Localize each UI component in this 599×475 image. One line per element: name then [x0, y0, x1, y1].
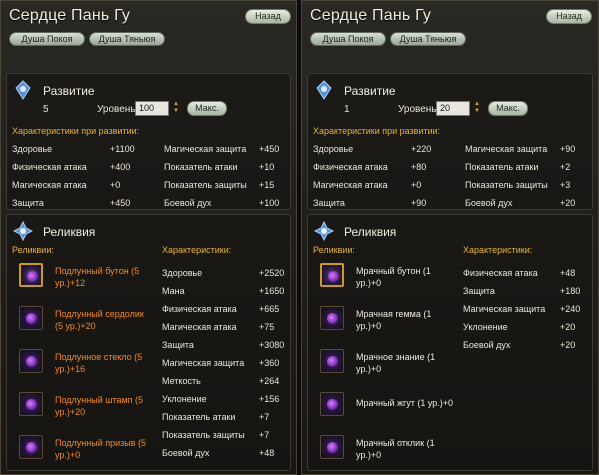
page-title: Сердце Пань Гу: [9, 7, 131, 24]
relic-slot-icon[interactable]: [320, 349, 344, 373]
relic-section: Реликвия Реликвии: Характеристики: Мрачн…: [307, 214, 593, 471]
development-title: Развитие: [43, 84, 95, 98]
development-section: Развитие 5 Уровень: 100 ▲ ▼ Макс. Характ…: [6, 73, 291, 210]
level-input[interactable]: 20: [436, 101, 470, 116]
relic-stat-row: Магическая атака +75: [162, 322, 275, 332]
relic-name[interactable]: Подлунный бутон (5 ур.)+12: [55, 265, 147, 289]
relic-slot-icon[interactable]: [320, 392, 344, 416]
relic-name[interactable]: Подлунный штамп (5 ур.)+20: [55, 394, 147, 418]
relic-stat-row: Меткость +264: [162, 376, 280, 386]
stat-row: Показатель защиты +3: [465, 180, 571, 190]
stat-row: Здоровье +1100: [12, 144, 135, 154]
chevron-up-icon[interactable]: ▲: [474, 101, 480, 108]
stat-row: Магическая атака +0: [12, 180, 121, 190]
development-icon: [15, 80, 31, 100]
relic-name[interactable]: Мрачный бутон (1 ур.)+0: [356, 265, 448, 289]
tab-soul-of-peace[interactable]: Душа Покоя: [9, 32, 85, 46]
stat-row: Показатель атаки +10: [164, 162, 275, 172]
relic-slot-icon[interactable]: [320, 306, 344, 330]
chevron-up-icon[interactable]: ▲: [173, 101, 179, 108]
level-stepper[interactable]: ▲ ▼: [474, 101, 480, 116]
tab-soul-of-peace[interactable]: Душа Покоя: [310, 32, 386, 46]
relic-stat-row: Мана +1650: [162, 286, 285, 296]
back-button[interactable]: Назад: [546, 9, 592, 24]
relic-slot-icon[interactable]: [19, 392, 43, 416]
development-title: Развитие: [344, 84, 396, 98]
stat-row: Боевой дух +100: [164, 198, 280, 208]
right-panel: Сердце Пань Гу Назад Душа Покоя Душа Тян…: [301, 0, 599, 475]
relic-slot-icon[interactable]: [19, 349, 43, 373]
relic-slot-icon[interactable]: [19, 306, 43, 330]
tab-soul-of-tianyu[interactable]: Душа Тяньюя: [89, 32, 165, 46]
level-stepper[interactable]: ▲ ▼: [173, 101, 179, 116]
relic-title: Реликвия: [43, 225, 96, 239]
back-button[interactable]: Назад: [245, 9, 291, 24]
relic-stat-row: Боевой дух +48: [162, 448, 275, 458]
stat-row: Защита +450: [12, 198, 131, 208]
left-panel: Сердце Пань Гу Назад Душа Покоя Душа Тян…: [0, 0, 297, 475]
max-button[interactable]: Макс.: [187, 101, 227, 116]
stat-row: Здоровье +220: [313, 144, 432, 154]
stat-row: Физическая атака +80: [313, 162, 427, 172]
relic-stat-row: Уклонение +20: [463, 322, 576, 332]
stat-row: Физическая атака +400: [12, 162, 131, 172]
level-number: 5: [43, 104, 49, 115]
relic-stat-row: Уклонение +156: [162, 394, 280, 404]
relic-stat-row: Физическая атака +48: [463, 268, 576, 278]
relic-slot-icon[interactable]: [19, 435, 43, 459]
development-section: Развитие 1 Уровень: 20 ▲ ▼ Макс. Характе…: [307, 73, 593, 210]
relic-name[interactable]: Мрачный жгут (1 ур.)+0: [356, 397, 466, 409]
stat-row: Магическая защита +450: [164, 144, 280, 154]
development-icon: [316, 80, 332, 100]
level-number: 1: [344, 104, 350, 115]
level-label: Уровень:: [398, 104, 440, 115]
relic-stat-row: Боевой дух +20: [463, 340, 576, 350]
relic-slot-icon[interactable]: [19, 263, 43, 287]
relics-heading: Реликвии:: [313, 245, 355, 255]
tab-soul-of-tianyu[interactable]: Душа Тяньюя: [390, 32, 466, 46]
relic-title: Реликвия: [344, 225, 397, 239]
dev-stats-heading: Характеристики при развитии:: [313, 126, 441, 136]
page-title: Сердце Пань Гу: [310, 7, 432, 24]
chevron-down-icon[interactable]: ▼: [474, 108, 480, 115]
relic-stat-row: Физическая атака +665: [162, 304, 280, 314]
level-label: Уровень:: [97, 104, 139, 115]
relic-name[interactable]: Мрачное знание (1 ур.)+0: [356, 351, 448, 375]
chevron-down-icon[interactable]: ▼: [173, 108, 179, 115]
relic-icon: [314, 221, 334, 241]
relic-stat-row: Здоровье +2520: [162, 268, 285, 278]
relics-heading: Реликвии:: [12, 245, 54, 255]
relic-icon: [13, 221, 33, 241]
max-button[interactable]: Макс.: [488, 101, 528, 116]
relic-name[interactable]: Мрачный отклик (1 ур.)+0: [356, 437, 448, 461]
relic-name[interactable]: Подлунный сердолик (5 ур.)+20: [55, 308, 147, 332]
stat-row: Показатель защиты +15: [164, 180, 275, 190]
stat-row: Защита +90: [313, 198, 427, 208]
relic-stat-row: Защита +180: [463, 286, 581, 296]
relic-name[interactable]: Подлунное стекло (5 ур.)+16: [55, 351, 147, 375]
relic-stat-row: Магическая защита +360: [162, 358, 280, 368]
stat-row: Показатель атаки +2: [465, 162, 571, 172]
relic-stat-row: Показатель защиты +7: [162, 430, 270, 440]
relic-stat-row: Показатель атаки +7: [162, 412, 270, 422]
relic-name[interactable]: Мрачная гемма (1 ур.)+0: [356, 308, 448, 332]
characteristics-heading: Характеристики:: [162, 245, 232, 255]
dev-stats-heading: Характеристики при развитии:: [12, 126, 140, 136]
stat-row: Магическая защита +90: [465, 144, 576, 154]
level-input[interactable]: 100: [135, 101, 169, 116]
relic-name[interactable]: Подлунный призыв (5 ур.)+0: [55, 437, 147, 461]
relic-section: Реликвия Реликвии: Характеристики: Подлу…: [6, 214, 291, 471]
relic-slot-icon[interactable]: [320, 435, 344, 459]
stat-row: Боевой дух +20: [465, 198, 576, 208]
characteristics-heading: Характеристики:: [463, 245, 533, 255]
stat-row: Магическая атака +0: [313, 180, 422, 190]
relic-slot-icon[interactable]: [320, 263, 344, 287]
relic-stat-row: Магическая защита +240: [463, 304, 581, 314]
relic-stat-row: Защита +3080: [162, 340, 285, 350]
